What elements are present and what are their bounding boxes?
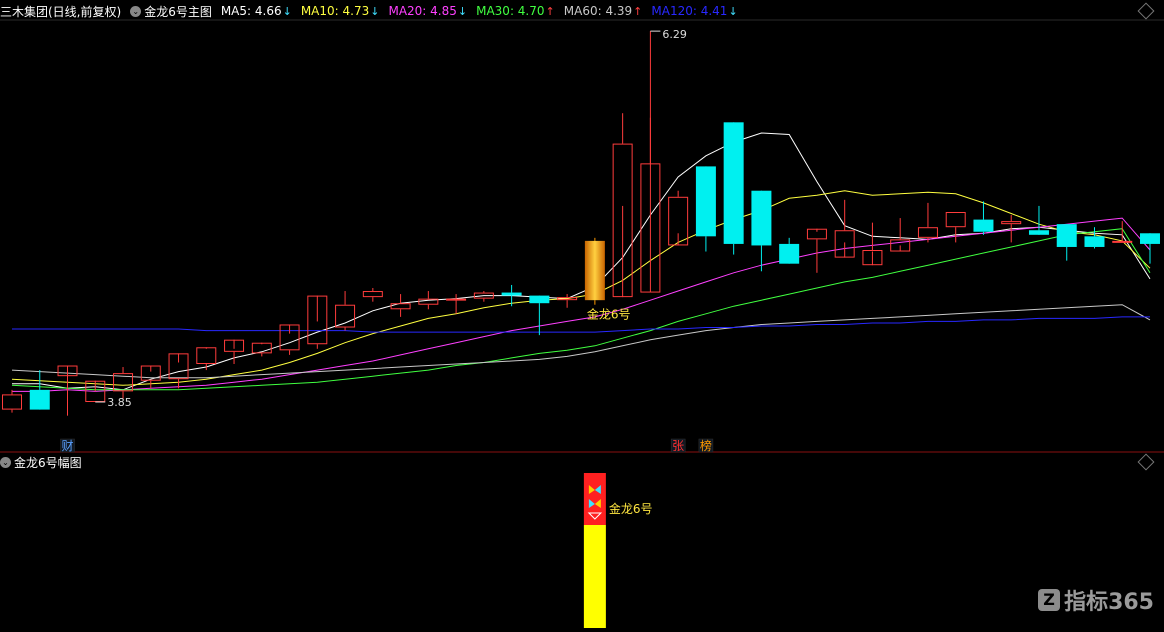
- candle-body-down: [779, 243, 800, 264]
- candle-body-down: [723, 122, 744, 244]
- candle-body-down: [501, 292, 522, 296]
- watermark-text: 指标365: [1064, 590, 1154, 615]
- chart-canvas[interactable]: 金龙6号6.293.85财张榜金龙6号: [0, 0, 1164, 628]
- candle-body-up: [2, 394, 22, 410]
- arrow-down-icon: ↓: [370, 5, 380, 18]
- candle-body-down: [1028, 230, 1049, 235]
- watermark: Z 指标365: [1038, 584, 1154, 616]
- candle-body-down: [1056, 224, 1077, 247]
- chart-stage: 金龙6号 6.29 3.85 财张榜金龙6号 三木集团(日线,前复权) ⌄ 金龙6号主…: [0, 0, 1164, 628]
- candle-body-up: [196, 347, 217, 364]
- ma-line-ma5: [12, 132, 1151, 391]
- candle-body-down: [29, 389, 50, 410]
- main-header: 三木集团(日线,前复权) ⌄ 金龙6号主图 MA5: 4.66↓ MA10: 4.…: [0, 1, 747, 21]
- ma-legend-ma30: MA30: 4.70↑: [476, 4, 555, 18]
- chevron-down-icon[interactable]: ⌄: [0, 456, 11, 468]
- ma-legend-ma120: MA120: 4.41↓: [651, 4, 738, 18]
- arrow-down-icon: ↓: [728, 5, 738, 18]
- arrow-up-icon: ↑: [545, 5, 555, 18]
- sub-indicator-name[interactable]: 金龙6号幅图: [14, 454, 82, 471]
- highlight-signal-label: 金龙6号: [587, 307, 631, 322]
- ma-legend-ma10: MA10: 4.73↓: [300, 4, 380, 18]
- sub-bar-label: 金龙6号: [609, 501, 653, 516]
- candle-body-highlight: [584, 240, 605, 301]
- watermark-logo-icon: Z: [1038, 589, 1061, 611]
- ma-line-ma60: [11, 304, 1151, 379]
- candle-body-up: [446, 298, 467, 301]
- sub-bar-upper: [583, 473, 606, 525]
- candle-body-down: [1140, 233, 1160, 244]
- chevron-down-icon[interactable]: ⌄: [130, 5, 142, 17]
- candle-body-up: [945, 212, 966, 228]
- ma-legend-ma5: MA5: 4.66↓: [220, 4, 292, 18]
- candle-body-up: [917, 227, 938, 238]
- ma-legend-ma60: MA60: 4.39↑: [563, 4, 643, 18]
- candle-body-down: [751, 190, 772, 246]
- candle-body-up: [1001, 221, 1022, 225]
- candle-body-up: [390, 303, 411, 310]
- candle-body-up: [335, 304, 356, 328]
- ma-legend-ma20: MA20: 4.85↓: [388, 4, 468, 18]
- sub-header: ⌄ 金龙6号幅图: [0, 452, 91, 472]
- candle-body-down: [1084, 236, 1105, 247]
- event-marker-label: 榜: [700, 438, 712, 453]
- ma-line-ma30: [11, 228, 1151, 391]
- stock-label[interactable]: 三木集团(日线,前复权): [0, 3, 121, 20]
- arrow-down-icon: ↓: [282, 5, 292, 18]
- candle-body-down: [529, 295, 550, 304]
- price-label: 6.29: [662, 28, 687, 41]
- sub-bar-lower: [583, 525, 606, 628]
- event-marker-label: 财: [62, 439, 74, 453]
- candle-body-down: [973, 219, 994, 232]
- event-marker-label: 张: [672, 439, 684, 453]
- ma-line-ma20: [12, 217, 1151, 392]
- main-indicator-name[interactable]: 金龙6号主图: [144, 3, 212, 20]
- candle-body-up: [1112, 240, 1133, 243]
- arrow-down-icon: ↓: [457, 5, 468, 18]
- price-label: 3.85: [107, 396, 132, 409]
- candle-body-up: [362, 291, 383, 298]
- arrow-up-icon: ↑: [633, 5, 643, 18]
- candle-body-down: [695, 166, 716, 237]
